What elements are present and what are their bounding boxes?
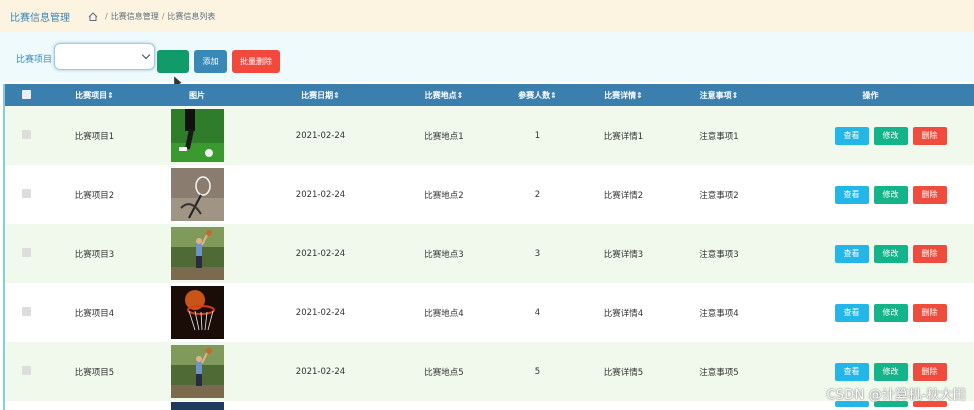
basketball-hoop-photo: [170, 286, 224, 339]
cell-count: 5: [534, 366, 541, 377]
column-header-project[interactable]: 比赛项目⇕: [47, 90, 142, 101]
filter-bar: 比赛项目 查询 添加 批量删除: [0, 32, 974, 82]
column-header-date[interactable]: 比赛日期⇕: [252, 90, 389, 101]
photo-thumbnail: [170, 401, 224, 410]
cell-date: 2021-02-24: [295, 248, 346, 259]
column-header-image: 图片: [189, 90, 205, 100]
cell-notes: 注意事项3: [699, 249, 739, 260]
search-button[interactable]: 查询: [157, 50, 189, 73]
row-checkbox[interactable]: [21, 247, 31, 257]
breadcrumb-separator: /: [161, 11, 165, 21]
row-checkbox[interactable]: [21, 365, 31, 375]
cell-location: 比赛地点1: [424, 131, 464, 142]
edit-button[interactable]: 修改: [873, 362, 908, 381]
cell-notes: 注意事项4: [699, 308, 739, 319]
row-checkbox[interactable]: [21, 306, 31, 316]
select-all-checkbox[interactable]: [21, 89, 31, 99]
cell-detail: 比赛详情2: [603, 190, 644, 201]
breadcrumb-item-list: 比赛信息列表: [167, 11, 216, 21]
column-header-count[interactable]: 参赛人数⇕: [499, 90, 576, 101]
table-header: 比赛项目⇕ 图片 比赛日期⇕ 比赛地点⇕ 参赛人数⇕ 比赛详情⇕ 注意事项⇕ 操…: [5, 84, 974, 106]
cell-count: 3: [534, 248, 541, 259]
page-title: 比赛信息管理: [10, 12, 70, 24]
column-header-notes[interactable]: 注意事项⇕: [671, 90, 767, 101]
project-select[interactable]: [54, 43, 155, 70]
cell-detail: 比赛详情5: [603, 367, 644, 378]
cell-location: 比赛地点2: [424, 190, 464, 201]
cell-location: 比赛地点5: [424, 367, 464, 378]
column-header-detail[interactable]: 比赛详情⇕: [576, 90, 671, 101]
soccer-photo: [170, 109, 224, 162]
delete-button[interactable]: 删除: [912, 303, 947, 322]
column-header-location[interactable]: 比赛地点⇕: [389, 90, 499, 101]
add-button[interactable]: 添加: [194, 50, 227, 73]
delete-button[interactable]: 删除: [912, 185, 947, 204]
table-row: 比赛项目1 2021-02-24 比赛地点1 1 比赛详情1 注意事项1 查看 修改 删除: [5, 106, 974, 165]
cell-notes: 注意事项5: [699, 367, 739, 378]
home-icon[interactable]: [88, 11, 98, 21]
edit-button[interactable]: 修改: [873, 126, 908, 145]
delete-button[interactable]: 删除: [912, 126, 947, 145]
cell-date: 2021-02-24: [295, 307, 346, 318]
cell-detail: 比赛详情4: [603, 308, 644, 319]
view-button[interactable]: 查看: [834, 303, 869, 322]
view-button[interactable]: 查看: [834, 362, 869, 381]
view-button[interactable]: 查看: [834, 244, 869, 263]
cell-project: 比赛项目4: [74, 308, 115, 319]
watermark: CSDN @计算机-秋大田: [826, 388, 966, 403]
cell-date: 2021-02-24: [295, 130, 346, 141]
cell-location: 比赛地点3: [424, 249, 464, 260]
cell-date: 2021-02-24: [295, 189, 346, 200]
edit-button[interactable]: 修改: [873, 185, 908, 204]
table-row: 比赛项目2 2021-02-24 比赛地点2 2 比赛详情2 注意事项2 查看 修改 删除: [5, 165, 974, 224]
cell-count: 1: [534, 130, 541, 141]
row-checkbox[interactable]: [21, 129, 31, 139]
cell-project: 比赛项目5: [74, 367, 115, 378]
basketball-player-photo: [170, 345, 224, 398]
cell-project: 比赛项目3: [74, 249, 115, 260]
delete-button[interactable]: 删除: [912, 244, 947, 263]
cell-detail: 比赛详情3: [603, 249, 644, 260]
edit-button[interactable]: 修改: [873, 244, 908, 263]
top-bar: 比赛信息管理 / 比赛信息管理 / 比赛信息列表: [0, 0, 974, 32]
cell-project: 比赛项目1: [74, 131, 115, 142]
chevron-down-icon: [141, 50, 151, 60]
view-button[interactable]: 查看: [834, 185, 869, 204]
row-checkbox[interactable]: [21, 188, 31, 198]
view-button[interactable]: 查看: [834, 126, 869, 145]
breadcrumb-separator: /: [105, 11, 108, 21]
delete-button[interactable]: 删除: [912, 362, 947, 381]
breadcrumb-item-manage[interactable]: 比赛信息管理: [111, 11, 159, 22]
cell-notes: 注意事项2: [699, 190, 739, 201]
cell-notes: 注意事项1: [699, 131, 739, 142]
cell-location: 比赛地点4: [424, 308, 464, 319]
column-header-actions: 操作: [862, 90, 879, 100]
project-filter-label: 比赛项目: [16, 55, 53, 65]
badminton-photo: [170, 168, 224, 221]
basketball-player-photo: [170, 227, 224, 280]
cell-count: 4: [534, 307, 541, 318]
cell-detail: 比赛详情1: [603, 131, 644, 142]
table-row: 比赛项目4 2021-02-24 比赛地点4 4 比赛详情4 注意事项4 查看 修改 删除: [5, 283, 974, 342]
batch-delete-button[interactable]: 批量删除: [232, 50, 280, 73]
breadcrumb: / 比赛信息管理 / 比赛信息列表: [88, 11, 215, 22]
cell-project: 比赛项目2: [74, 190, 115, 201]
table-row: 比赛项目3 2021-02-24 比赛地点3 3 比赛详情3 注意事项3 查看 修改 删除: [5, 224, 974, 283]
edit-button[interactable]: 修改: [873, 303, 908, 322]
cell-count: 2: [534, 189, 541, 200]
competition-table: 比赛项目⇕ 图片 比赛日期⇕ 比赛地点⇕ 参赛人数⇕ 比赛详情⇕ 注意事项⇕ 操…: [3, 84, 974, 410]
cell-date: 2021-02-24: [295, 366, 346, 377]
